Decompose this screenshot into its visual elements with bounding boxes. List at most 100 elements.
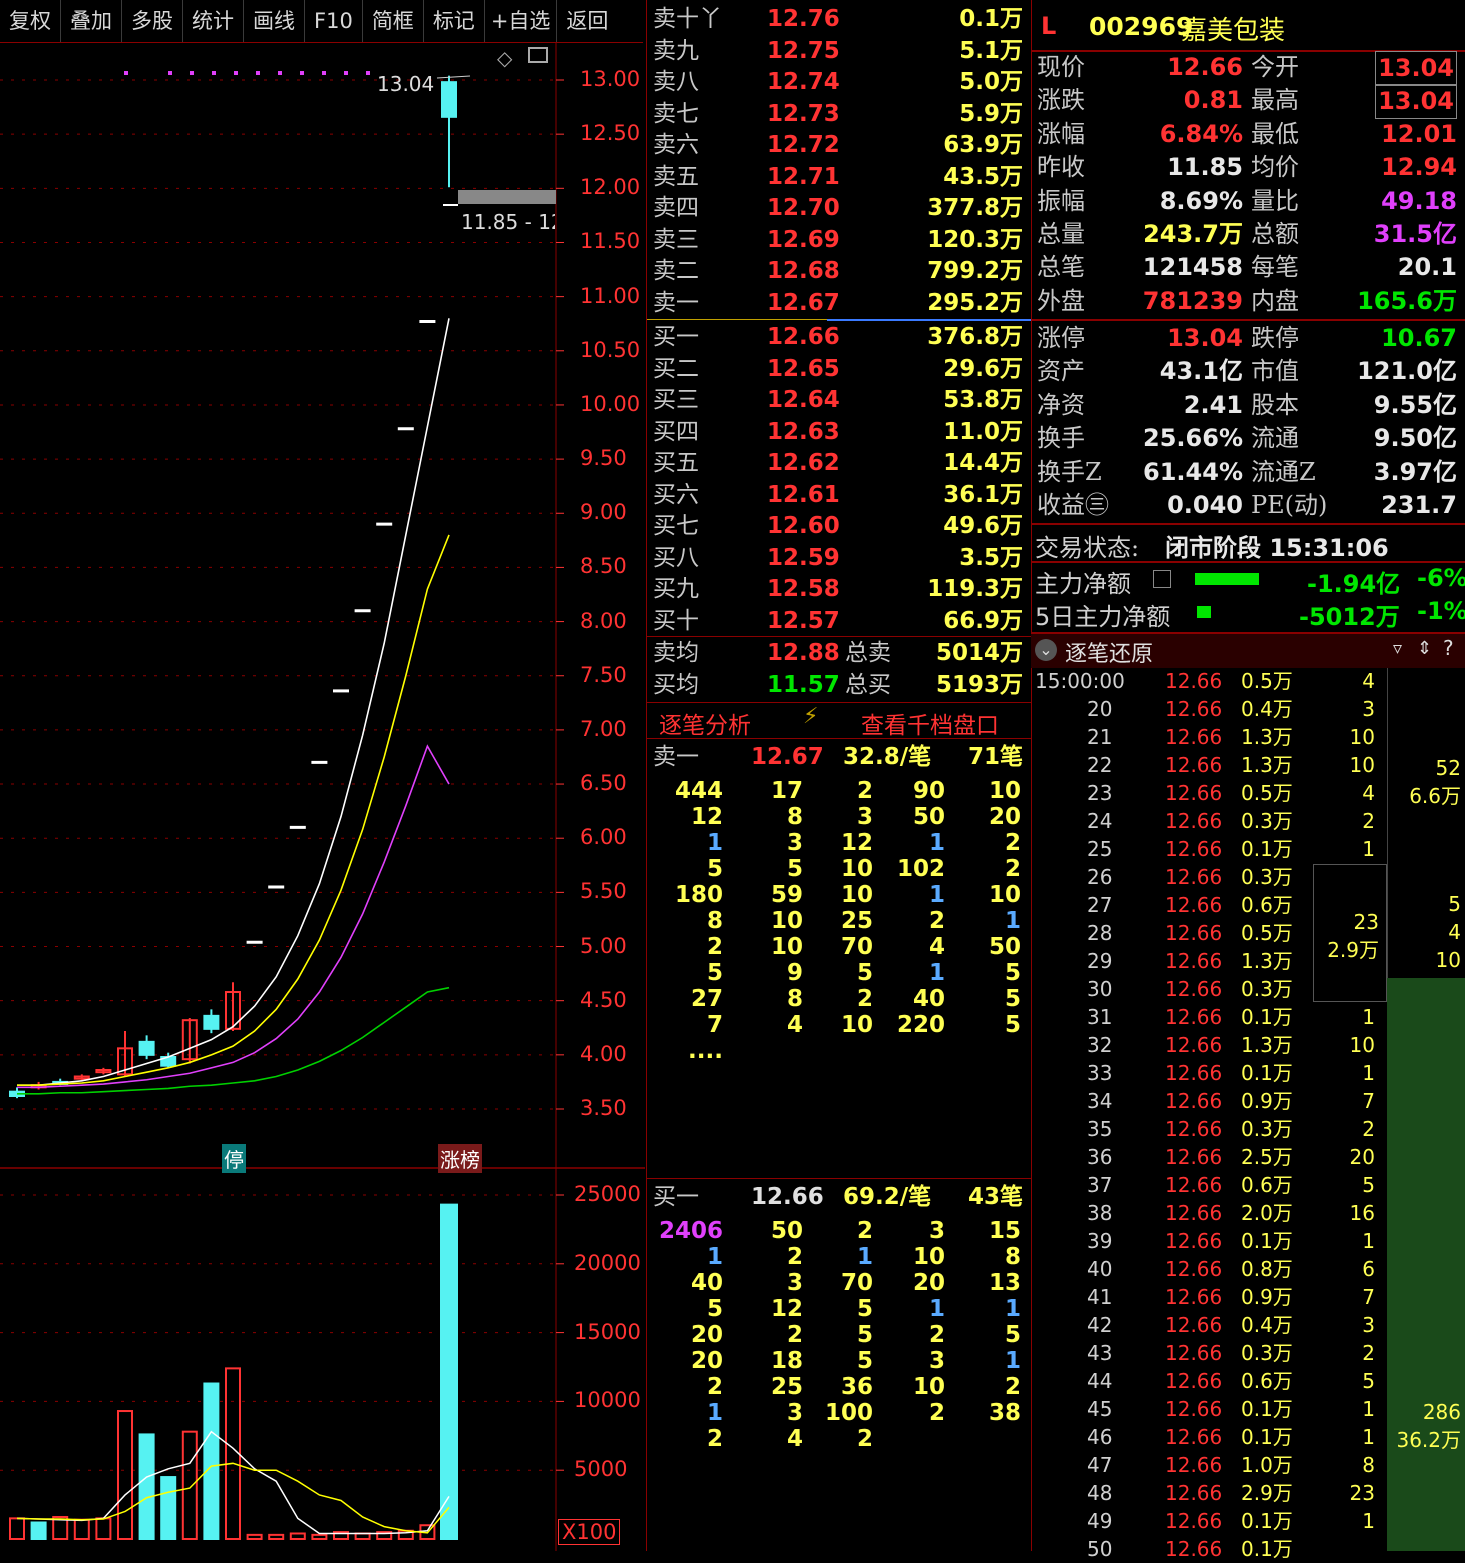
queue-cell: 5 <box>1004 1012 1021 1038</box>
avg-buy-value: 11.57 <box>767 672 840 698</box>
ask-level-4[interactable]: 卖七 12.73 5.9万 <box>647 99 1031 130</box>
chart-panel-toggle-icon[interactable] <box>528 47 548 63</box>
bid-level-9[interactable]: 买九 12.58 119.3万 <box>647 574 1031 605</box>
list-icon[interactable] <box>1153 570 1171 588</box>
bid-level-2[interactable]: 买二 12.65 29.6万 <box>647 354 1031 385</box>
bid-level-price: 12.60 <box>767 513 840 539</box>
tick-count: 3 <box>1362 1313 1375 1337</box>
stat-label: 均价 <box>1251 153 1299 182</box>
tick-volume: 0.5万 <box>1241 781 1293 805</box>
stat-label: 内盘 <box>1251 286 1299 315</box>
tab-tick-analysis[interactable]: 逐笔分析 <box>659 706 751 740</box>
toolbar-draw-line-button[interactable]: 画线 <box>244 0 305 42</box>
queue-cell: 10 <box>770 908 803 934</box>
stock-code: 002969 <box>1089 12 1194 41</box>
queue-cell: 4 <box>928 934 945 960</box>
volume-bar <box>160 1476 177 1540</box>
queue-cell: 20 <box>690 1348 723 1374</box>
toolbar-back-button[interactable]: 返回 <box>557 0 617 42</box>
kline-chart-canvas[interactable] <box>0 42 645 1551</box>
ask-level-3[interactable]: 卖八 12.74 5.0万 <box>647 67 1031 98</box>
ask-level-6[interactable]: 卖五 12.71 43.5万 <box>647 162 1031 193</box>
volume-axis-label: 25000 <box>574 1182 641 1206</box>
help-icon[interactable]: ? <box>1443 636 1454 660</box>
queue-cell: 1 <box>1004 908 1021 934</box>
ask-level-10[interactable]: 卖一 12.67 295.2万 <box>647 288 1031 319</box>
toolbar-mark-button[interactable]: 标记 <box>424 0 485 42</box>
bid-level-7[interactable]: 买七 12.60 49.6万 <box>647 511 1031 542</box>
tick-time: 45 <box>1087 1397 1113 1421</box>
bid-level-volume: 53.8万 <box>943 387 1023 413</box>
toolbar-restore-rights-button[interactable]: 复权 <box>0 0 61 42</box>
ask-level-volume: 295.2万 <box>927 289 1023 316</box>
ask-level-7[interactable]: 卖四 12.70 377.8万 <box>647 193 1031 224</box>
trade-status-value: 闭市阶段 15:31:06 <box>1165 534 1389 562</box>
dot-marker <box>190 71 194 75</box>
queue-cell: 3 <box>856 804 873 830</box>
toolbar-multi-stock-button[interactable]: 多股 <box>122 0 183 42</box>
volume-bar <box>354 1532 371 1540</box>
queue-cell: 9 <box>786 960 803 986</box>
flow5-label: 5日主力净额 <box>1035 603 1171 631</box>
ask-level-volume: 5.1万 <box>959 37 1023 64</box>
queue-cell: 3 <box>928 1218 945 1244</box>
chart-diamond-icon[interactable]: ◇ <box>497 46 512 70</box>
tick-price: 12.66 <box>1165 977 1223 1001</box>
collapse-icon[interactable]: ⌄ <box>1035 639 1057 661</box>
queue-cell: .... <box>688 1038 723 1064</box>
dot-marker <box>212 71 216 75</box>
tick-count: 7 <box>1362 1285 1375 1309</box>
tick-price: 12.66 <box>1165 1033 1223 1057</box>
toolbar-overlay-button[interactable]: 叠加 <box>61 0 122 42</box>
stat-value: 3.97亿 <box>1373 457 1457 486</box>
tick-volume: 0.8万 <box>1241 1257 1293 1281</box>
tick-count: 1 <box>1362 1425 1375 1449</box>
tick-volume: 0.1万 <box>1241 1061 1293 1085</box>
bid-level-3[interactable]: 买三 12.64 53.8万 <box>647 385 1031 416</box>
tick-price: 12.66 <box>1165 725 1223 749</box>
stat-value: 2.41 <box>1183 390 1243 419</box>
bid-level-5[interactable]: 买五 12.62 14.4万 <box>647 448 1031 479</box>
stat-label: 今开 <box>1251 53 1299 81</box>
queue-cell: 70 <box>840 1270 873 1296</box>
sort-icon[interactable]: ⇕ <box>1417 638 1432 659</box>
ask-level-9[interactable]: 卖二 12.68 799.2万 <box>647 256 1031 287</box>
stat-value: 231.7 <box>1381 491 1457 519</box>
vol-ma-yellow <box>16 1462 450 1534</box>
tick-count: 10 <box>1349 1033 1375 1057</box>
ask-level-price: 12.75 <box>767 37 840 64</box>
agg3-a: 5 <box>1448 892 1461 916</box>
toolbar-f10-button[interactable]: F10 <box>305 0 363 42</box>
filter-icon[interactable]: ▿ <box>1393 638 1402 659</box>
volume-axis-label: 20000 <box>574 1250 641 1275</box>
ask-level-price: 12.69 <box>767 226 840 253</box>
bid-level-8[interactable]: 买八 12.59 3.5万 <box>647 543 1031 574</box>
bid-level-6[interactable]: 买六 12.61 36.1万 <box>647 480 1031 511</box>
ask-level-price: 12.74 <box>767 69 840 95</box>
ask-level-label: 卖三 <box>653 226 699 253</box>
tick-row: 32 12.66 1.3万 10 <box>1031 1031 1461 1059</box>
ask-level-2[interactable]: 卖九 12.75 5.1万 <box>647 36 1031 67</box>
toolbar-simple-frame-button[interactable]: 简框 <box>363 0 424 42</box>
bid-level-4[interactable]: 买四 12.63 11.0万 <box>647 417 1031 448</box>
kline-chart[interactable]: ◇ 13.04 11.85 - 12 停 涨榜 X100 13.00 12.50 1… <box>0 42 645 1551</box>
candle-body <box>138 1040 155 1056</box>
price-axis-label: 9.50 <box>580 446 627 471</box>
stat-row: 外盘 781239 内盘 165.6万 <box>1031 285 1461 318</box>
tab-deep-book[interactable]: 查看千档盘口 <box>861 706 999 740</box>
price-axis-label: 10.00 <box>580 391 641 416</box>
bid-level-10[interactable]: 买十 12.57 66.9万 <box>647 606 1031 637</box>
tick-row: 22 12.66 1.3万 10 <box>1031 751 1461 779</box>
level-mark: L <box>1041 12 1057 40</box>
toolbar-statistics-button[interactable]: 统计 <box>183 0 244 42</box>
volume-bar <box>440 1203 458 1540</box>
price-axis-label: 7.50 <box>580 662 627 687</box>
volume-bar <box>117 1410 133 1540</box>
ask-level-8[interactable]: 卖三 12.69 120.3万 <box>647 225 1031 256</box>
ask-level-1[interactable]: 卖十丫 12.76 0.1万 <box>647 4 1031 35</box>
stat-label: 流通 <box>1251 424 1299 453</box>
toolbar-add-watchlist-button[interactable]: +自选 <box>485 0 558 42</box>
bid-level-1[interactable]: 买一 12.66 376.8万 <box>647 322 1031 353</box>
ask-level-volume: 0.1万 <box>959 6 1023 32</box>
ask-level-5[interactable]: 卖六 12.72 63.9万 <box>647 130 1031 161</box>
